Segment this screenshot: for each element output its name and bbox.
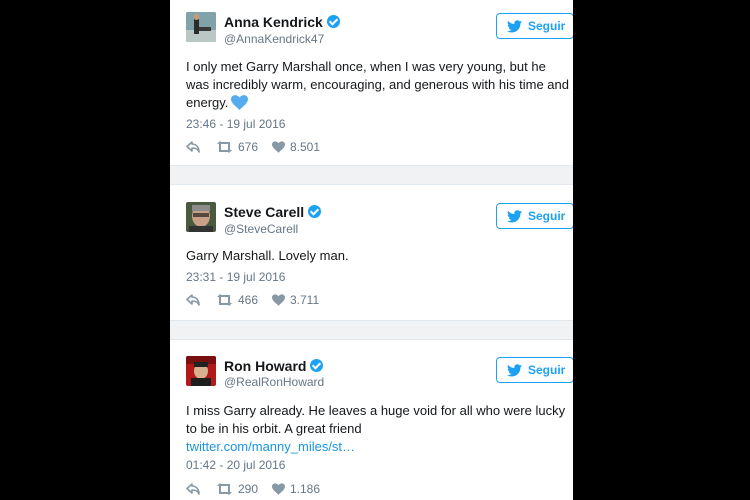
tweet-actions: 466 3.711 xyxy=(186,292,319,308)
tweet-card: Anna Kendrick @AnnaKendrick47 Seguir I o… xyxy=(170,0,573,154)
tweet-link[interactable]: twitter.com/manny_miles/st… xyxy=(186,439,355,454)
twitter-bird-icon xyxy=(507,19,522,32)
reply-icon xyxy=(186,294,200,306)
retweet-icon xyxy=(217,483,232,495)
like-button[interactable]: 1.186 xyxy=(272,482,320,496)
retweet-count: 466 xyxy=(238,293,259,307)
follow-button[interactable]: Seguir xyxy=(496,203,573,229)
tweet-embed-panel: Anna Kendrick @AnnaKendrick47 Seguir I o… xyxy=(170,0,573,500)
tweet-text: I only met Garry Marshall once, when I w… xyxy=(186,58,571,115)
tweet-timestamp[interactable]: 23:46 - 19 jul 2016 xyxy=(186,117,285,131)
heart-icon xyxy=(272,483,285,495)
separator xyxy=(170,320,573,340)
tweet-actions: 290 1.186 xyxy=(186,481,320,497)
reply-button[interactable] xyxy=(186,141,216,153)
like-count: 8.501 xyxy=(290,140,321,154)
twitter-bird-icon xyxy=(507,363,522,376)
user-handle[interactable]: @RealRonHoward xyxy=(224,375,324,389)
tweet-timestamp[interactable]: 23:31 - 19 jul 2016 xyxy=(186,270,285,284)
tweet-timestamp[interactable]: 01:42 - 20 jul 2016 xyxy=(186,458,285,472)
retweet-icon xyxy=(217,141,232,153)
blue-heart-emoji-icon xyxy=(231,95,249,115)
retweet-button[interactable]: 676 xyxy=(216,140,272,154)
tweet-card: Steve Carell @SteveCarell Seguir Garry M… xyxy=(170,185,573,319)
heart-icon xyxy=(272,141,285,153)
avatar[interactable] xyxy=(186,356,216,386)
verified-badge-icon xyxy=(308,205,322,218)
display-name[interactable]: Steve Carell xyxy=(224,204,322,220)
like-button[interactable]: 3.711 xyxy=(272,293,319,307)
verified-badge-icon xyxy=(326,15,340,28)
retweet-button[interactable]: 466 xyxy=(216,293,272,307)
display-name[interactable]: Ron Howard xyxy=(224,358,324,374)
reply-icon xyxy=(186,141,200,153)
follow-button[interactable]: Seguir xyxy=(496,357,573,383)
user-handle[interactable]: @AnnaKendrick47 xyxy=(224,32,324,46)
follow-label: Seguir xyxy=(528,209,566,223)
verified-badge-icon xyxy=(310,359,324,372)
follow-label: Seguir xyxy=(528,19,566,33)
reply-button[interactable] xyxy=(186,294,216,306)
like-count: 3.711 xyxy=(290,293,320,307)
separator xyxy=(170,165,573,185)
like-button[interactable]: 8.501 xyxy=(272,140,320,154)
user-handle[interactable]: @SteveCarell xyxy=(224,222,298,236)
retweet-button[interactable]: 290 xyxy=(216,482,272,496)
heart-icon xyxy=(272,294,285,306)
tweet-actions: 676 8.501 xyxy=(186,139,320,155)
retweet-icon xyxy=(217,294,232,306)
like-count: 1.186 xyxy=(290,482,321,496)
tweet-card: Ron Howard @RealRonHoward Seguir I miss … xyxy=(170,340,573,500)
avatar[interactable] xyxy=(186,202,216,232)
display-name[interactable]: Anna Kendrick xyxy=(224,14,340,30)
avatar[interactable] xyxy=(186,12,216,42)
reply-icon xyxy=(186,483,200,495)
retweet-count: 676 xyxy=(238,140,259,154)
follow-label: Seguir xyxy=(528,363,566,377)
tweet-text: Garry Marshall. Lovely man. xyxy=(186,248,349,263)
retweet-count: 290 xyxy=(238,482,259,496)
tweet-text: I miss Garry already. He leaves a huge v… xyxy=(186,403,566,454)
twitter-bird-icon xyxy=(507,209,522,222)
follow-button[interactable]: Seguir xyxy=(496,13,573,39)
reply-button[interactable] xyxy=(186,483,216,495)
